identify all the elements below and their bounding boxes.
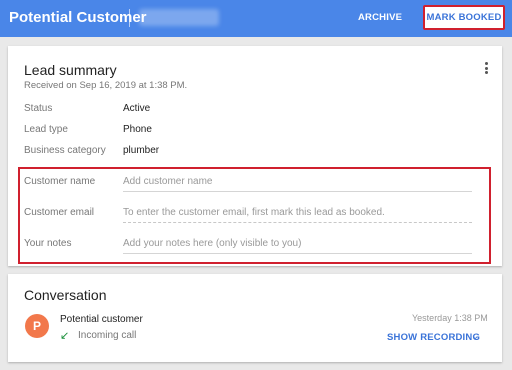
call-type: Incoming call <box>78 330 137 341</box>
call-timestamp: Yesterday 1:38 PM <box>412 313 488 323</box>
lead-summary-title: Lead summary <box>24 62 117 78</box>
status-label: Status <box>24 103 53 114</box>
your-notes-label: Your notes <box>24 238 72 249</box>
customer-email-label: Customer email <box>24 207 95 218</box>
header-divider <box>129 9 130 27</box>
page-title: Potential Customer <box>9 9 147 26</box>
notes-input[interactable]: Add your notes here (only visible to you… <box>123 238 472 254</box>
phone-number-blurred: (###) ###-#### <box>139 9 219 26</box>
conversation-card: Conversation P Potential customer ↙ Inco… <box>8 274 502 362</box>
app-header: Potential Customer (###) ###-#### ARCHIV… <box>0 0 512 37</box>
status-value: Active <box>123 103 151 114</box>
customer-email-input: To enter the customer email, first mark … <box>123 207 472 223</box>
avatar: P <box>25 314 49 338</box>
chevron-down-icon[interactable]: ⌄ <box>471 331 479 342</box>
mark-booked-button[interactable]: MARK BOOKED <box>423 5 505 30</box>
show-recording-button[interactable]: SHOW RECORDING <box>387 332 480 343</box>
business-category-value: plumber <box>123 145 160 156</box>
business-category-label: Business category <box>24 145 106 156</box>
incoming-call-icon: ↙ <box>60 330 70 342</box>
caller-name: Potential customer <box>60 314 143 325</box>
conversation-title: Conversation <box>24 287 107 303</box>
more-options-icon[interactable] <box>484 62 488 74</box>
customer-name-input[interactable]: Add customer name <box>123 176 472 192</box>
received-timestamp: Received on Sep 16, 2019 at 1:38 PM. <box>24 80 188 91</box>
lead-type-value: Phone <box>123 124 152 135</box>
lead-summary-card: Lead summary Received on Sep 16, 2019 at… <box>8 46 502 266</box>
archive-button[interactable]: ARCHIVE <box>358 12 402 23</box>
customer-name-label: Customer name <box>24 176 96 187</box>
lead-type-label: Lead type <box>24 124 68 135</box>
